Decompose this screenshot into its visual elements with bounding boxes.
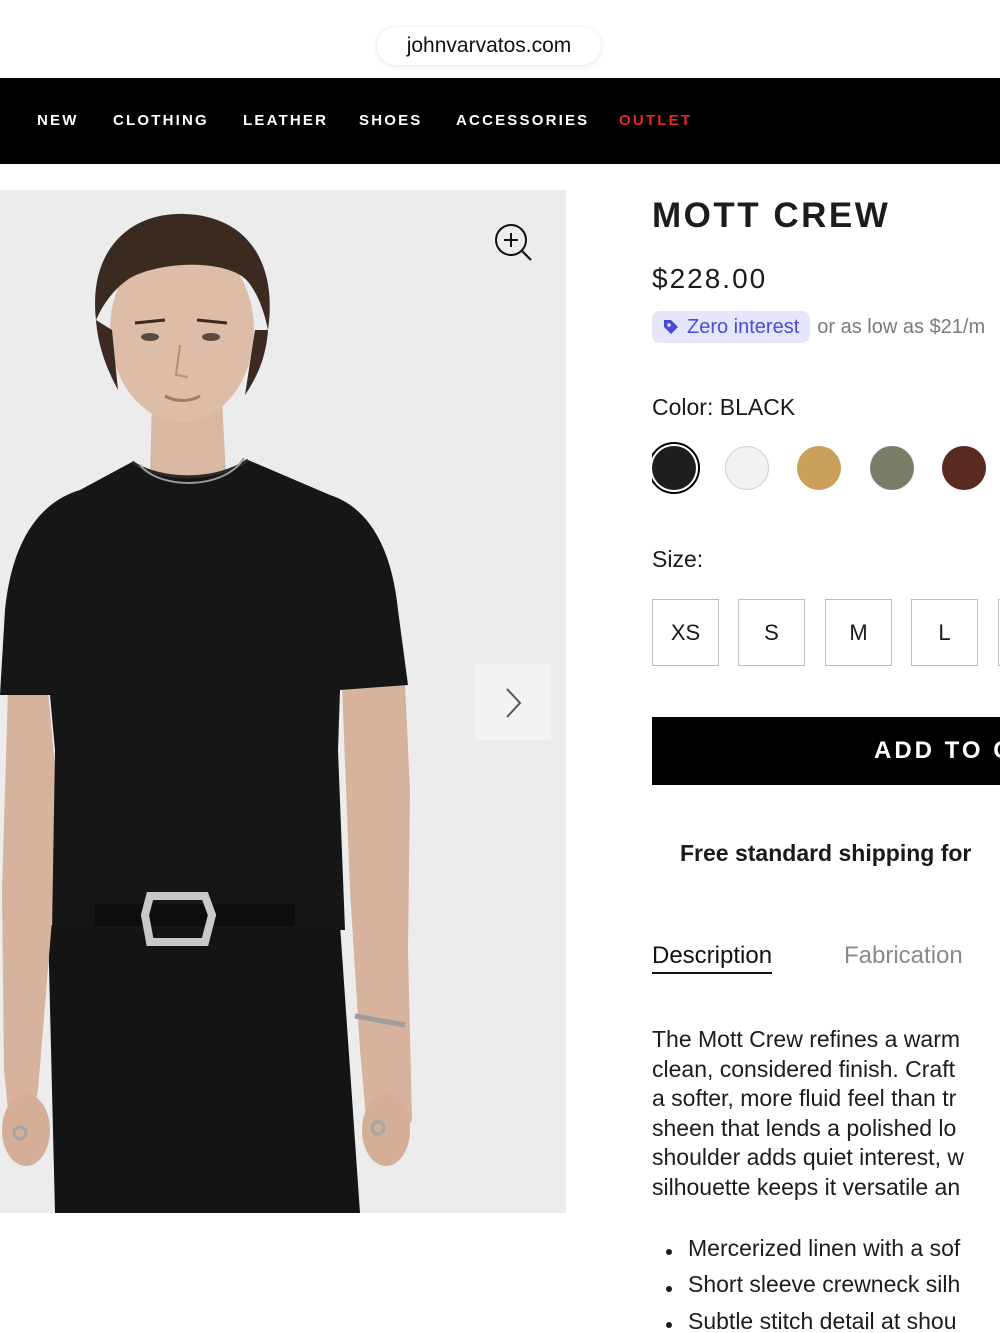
tag-icon [664, 320, 678, 334]
product-title: MOTT CREW [652, 196, 891, 235]
tab-description[interactable]: Description [652, 942, 773, 974]
product-info: MOTT CREW $228.00 Zero interest or as lo… [652, 190, 1000, 1333]
chevron-right-icon [506, 688, 522, 718]
size-label: Size: [652, 546, 704, 572]
url-field[interactable]: johnvarvatos.com [377, 27, 601, 65]
add-to-cart-button[interactable]: ADD TO C [652, 717, 1000, 785]
color-label: Color: BLACK [652, 394, 796, 420]
nav-item-leather[interactable]: LEATHER [243, 78, 328, 164]
main-nav: NEW CLOTHING LEATHER SHOES ACCESSORIES O… [0, 78, 1000, 164]
nav-item-shoes[interactable]: SHOES [359, 78, 423, 164]
add-to-cart-label: ADD TO C [874, 737, 1000, 764]
zoom-in-button[interactable] [490, 219, 534, 263]
nav-item-accessories[interactable]: ACCESSORIES [456, 78, 589, 164]
product-price: $228.00 [652, 263, 768, 294]
tab-fabrication[interactable]: Fabrication [844, 942, 963, 972]
list-item: Subtle stitch detail at shou [666, 1303, 960, 1333]
nav-item-clothing[interactable]: CLOTHING [113, 78, 209, 164]
bullet-icon [666, 1249, 672, 1256]
nav-item-outlet[interactable]: OUTLET [619, 78, 692, 164]
product-description: The Mott Crew refines a warm clean, cons… [652, 1025, 1000, 1202]
description-line: a softer, more fluid feel than tr [652, 1085, 957, 1111]
bullet-icon [666, 1285, 672, 1292]
feature-text: Subtle stitch detail at shou [688, 1307, 957, 1333]
size-l-button[interactable]: L [911, 599, 978, 666]
financing-badge-label: Zero interest [687, 315, 800, 338]
financing-note: or as low as $21/m [817, 315, 986, 338]
description-line: sheen that lends a polished lo [652, 1114, 957, 1141]
swatch-black[interactable] [652, 442, 700, 494]
financing-row: Zero interest or as low as $21/m [652, 311, 985, 343]
swatch-brown[interactable] [942, 446, 986, 490]
shipping-note: Free standard shipping for [680, 840, 972, 866]
description-line: silhouette keeps it versatile an [652, 1173, 961, 1200]
bullet-icon [666, 1322, 672, 1329]
size-s-button[interactable]: S [738, 599, 805, 666]
feature-text: Short sleeve crewneck silh [688, 1271, 961, 1298]
feature-text: Mercerized linen with a sof [688, 1234, 961, 1261]
financing-badge[interactable]: Zero interest [652, 311, 811, 343]
next-image-button[interactable] [475, 664, 551, 740]
swatch-olive[interactable] [870, 446, 914, 490]
feature-list: Mercerized linen with a sof Short sleeve… [666, 1230, 960, 1333]
swatch-tan[interactable] [797, 446, 841, 490]
description-line: clean, considered finish. Craft [652, 1055, 955, 1082]
size-xs-button[interactable]: XS [652, 599, 719, 666]
list-item: Short sleeve crewneck silh [666, 1267, 960, 1304]
zoom-in-icon [495, 224, 532, 261]
nav-item-new[interactable]: NEW [37, 78, 79, 164]
size-m-button[interactable]: M [825, 599, 892, 666]
description-line: shoulder adds quiet interest, w [652, 1144, 964, 1170]
description-line: The Mott Crew refines a warm [652, 1026, 961, 1052]
list-item: Mercerized linen with a sof [666, 1230, 960, 1267]
product-image-gallery[interactable] [0, 190, 566, 1213]
browser-url-bar: johnvarvatos.com [0, 0, 1000, 78]
swatch-white[interactable] [725, 446, 769, 490]
